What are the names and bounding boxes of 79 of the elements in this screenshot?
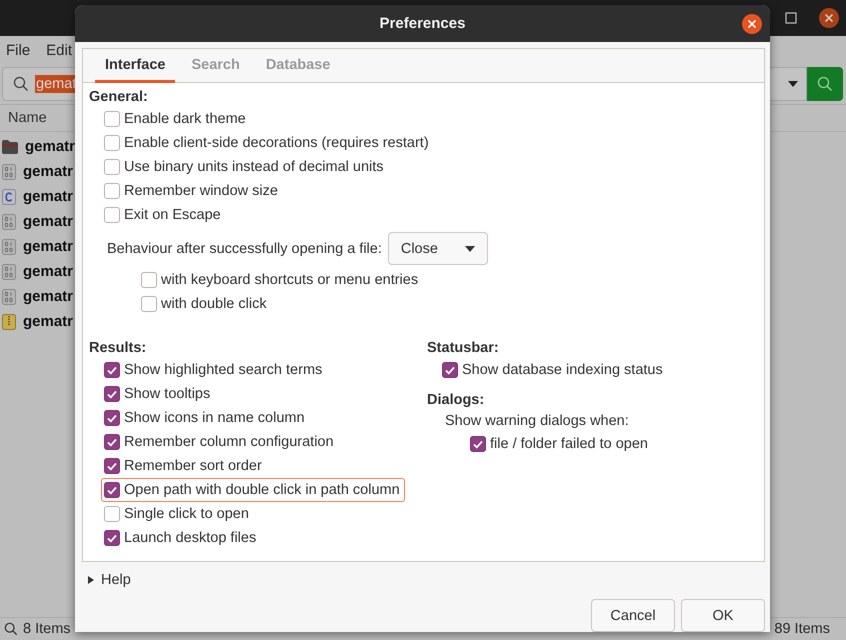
checkbox-option[interactable]: Enable dark theme [101, 107, 251, 131]
checkmark-icon [106, 388, 118, 400]
checkbox-option[interactable]: Exit on Escape [101, 203, 226, 227]
checkbox[interactable] [104, 386, 120, 402]
expander-arrow-icon [87, 576, 95, 584]
checkbox-option[interactable]: Open path with double click in path column [101, 478, 405, 502]
checkbox-option[interactable]: Show tooltips [101, 382, 216, 406]
checkbox[interactable] [104, 506, 120, 522]
file-name[interactable]: gematr [25, 138, 76, 155]
archive-file-icon [2, 314, 16, 330]
checkbox[interactable] [470, 436, 486, 452]
status-text: 8 Items [23, 621, 71, 637]
checkbox[interactable] [104, 159, 120, 175]
checkbox-option[interactable]: Remember window size [101, 179, 283, 203]
checkbox[interactable] [104, 183, 120, 199]
section-heading: General: [89, 88, 149, 107]
checkbox-option[interactable]: Remember column configuration [101, 430, 339, 454]
dialog-button[interactable]: OK [681, 599, 765, 632]
checkbox[interactable] [104, 434, 120, 450]
checkmark-icon [106, 364, 118, 376]
checkbox[interactable] [104, 530, 120, 546]
search-icon [4, 622, 18, 636]
section-heading: Statusbar: [427, 339, 500, 358]
checkbox-option[interactable]: Single click to open [101, 502, 254, 526]
caret-icon[interactable] [788, 81, 798, 87]
tab[interactable]: Interface [95, 49, 176, 83]
menu-item[interactable]: File [6, 42, 30, 58]
checkbox[interactable] [442, 362, 458, 378]
checkmark-icon [472, 438, 484, 450]
checkbox[interactable] [141, 272, 157, 288]
checkbox-option[interactable]: Show database indexing status [439, 358, 668, 382]
section-heading: Results: [89, 339, 148, 358]
checkbox[interactable] [104, 410, 120, 426]
file-name[interactable]: gematr [23, 288, 74, 305]
file-name[interactable]: gematr [23, 263, 74, 280]
checkmark-icon [106, 436, 118, 448]
checkbox[interactable] [104, 135, 120, 151]
checkbox[interactable] [104, 482, 120, 498]
checkbox[interactable] [141, 296, 157, 312]
checkmark-icon [106, 484, 118, 496]
file-name[interactable]: gematr [23, 313, 74, 330]
search-icon [817, 76, 833, 92]
close-icon[interactable] [819, 8, 839, 28]
file-name[interactable]: gematr [23, 238, 74, 255]
checkbox-option[interactable]: Use binary units instead of decimal units [101, 155, 389, 179]
checkbox[interactable] [104, 458, 120, 474]
file-name[interactable]: gematr [23, 163, 74, 180]
checkbox-option[interactable]: Show highlighted search terms [101, 358, 328, 382]
menu-item[interactable]: Edit [46, 42, 72, 58]
field-label: Behaviour after successfully opening a file: [107, 240, 382, 256]
caret-icon [464, 246, 475, 252]
checkbox[interactable] [104, 111, 120, 127]
checkbox-option[interactable]: Remember sort order [101, 454, 267, 478]
folder-icon [2, 140, 18, 154]
status-text: 89 Items [774, 621, 830, 637]
dropdown[interactable]: Close [388, 232, 488, 265]
checkbox[interactable] [104, 207, 120, 223]
note-text: Show warning dialogs when: [445, 412, 630, 431]
checkmark-icon [106, 460, 118, 472]
checkbox[interactable] [104, 362, 120, 378]
checkmark-icon [106, 532, 118, 544]
checkbox-option[interactable]: with double click [138, 292, 272, 316]
close-icon[interactable] [742, 14, 762, 34]
checkbox-option[interactable]: with keyboard shortcuts or menu entries [138, 268, 424, 292]
dialog-title: Preferences [380, 15, 466, 32]
help-expander[interactable]: Help [85, 572, 133, 588]
checkbox-option[interactable]: file / folder failed to open [467, 432, 653, 456]
search-button[interactable] [807, 67, 843, 101]
maximize-icon[interactable] [785, 12, 797, 24]
section-heading: Dialogs: [427, 391, 486, 410]
checkbox-option[interactable]: Show icons in name column [101, 406, 310, 430]
checkbox-option[interactable]: Launch desktop files [101, 526, 262, 550]
dialog-button[interactable]: Cancel [591, 599, 675, 632]
checkmark-icon [444, 364, 456, 376]
file-name[interactable]: gematr [23, 188, 74, 205]
search-icon [13, 76, 29, 92]
checkmark-icon [106, 412, 118, 424]
checkbox-option[interactable]: Enable client-side decorations (requires restart) [101, 131, 434, 155]
file-name[interactable]: gematr [23, 213, 74, 230]
